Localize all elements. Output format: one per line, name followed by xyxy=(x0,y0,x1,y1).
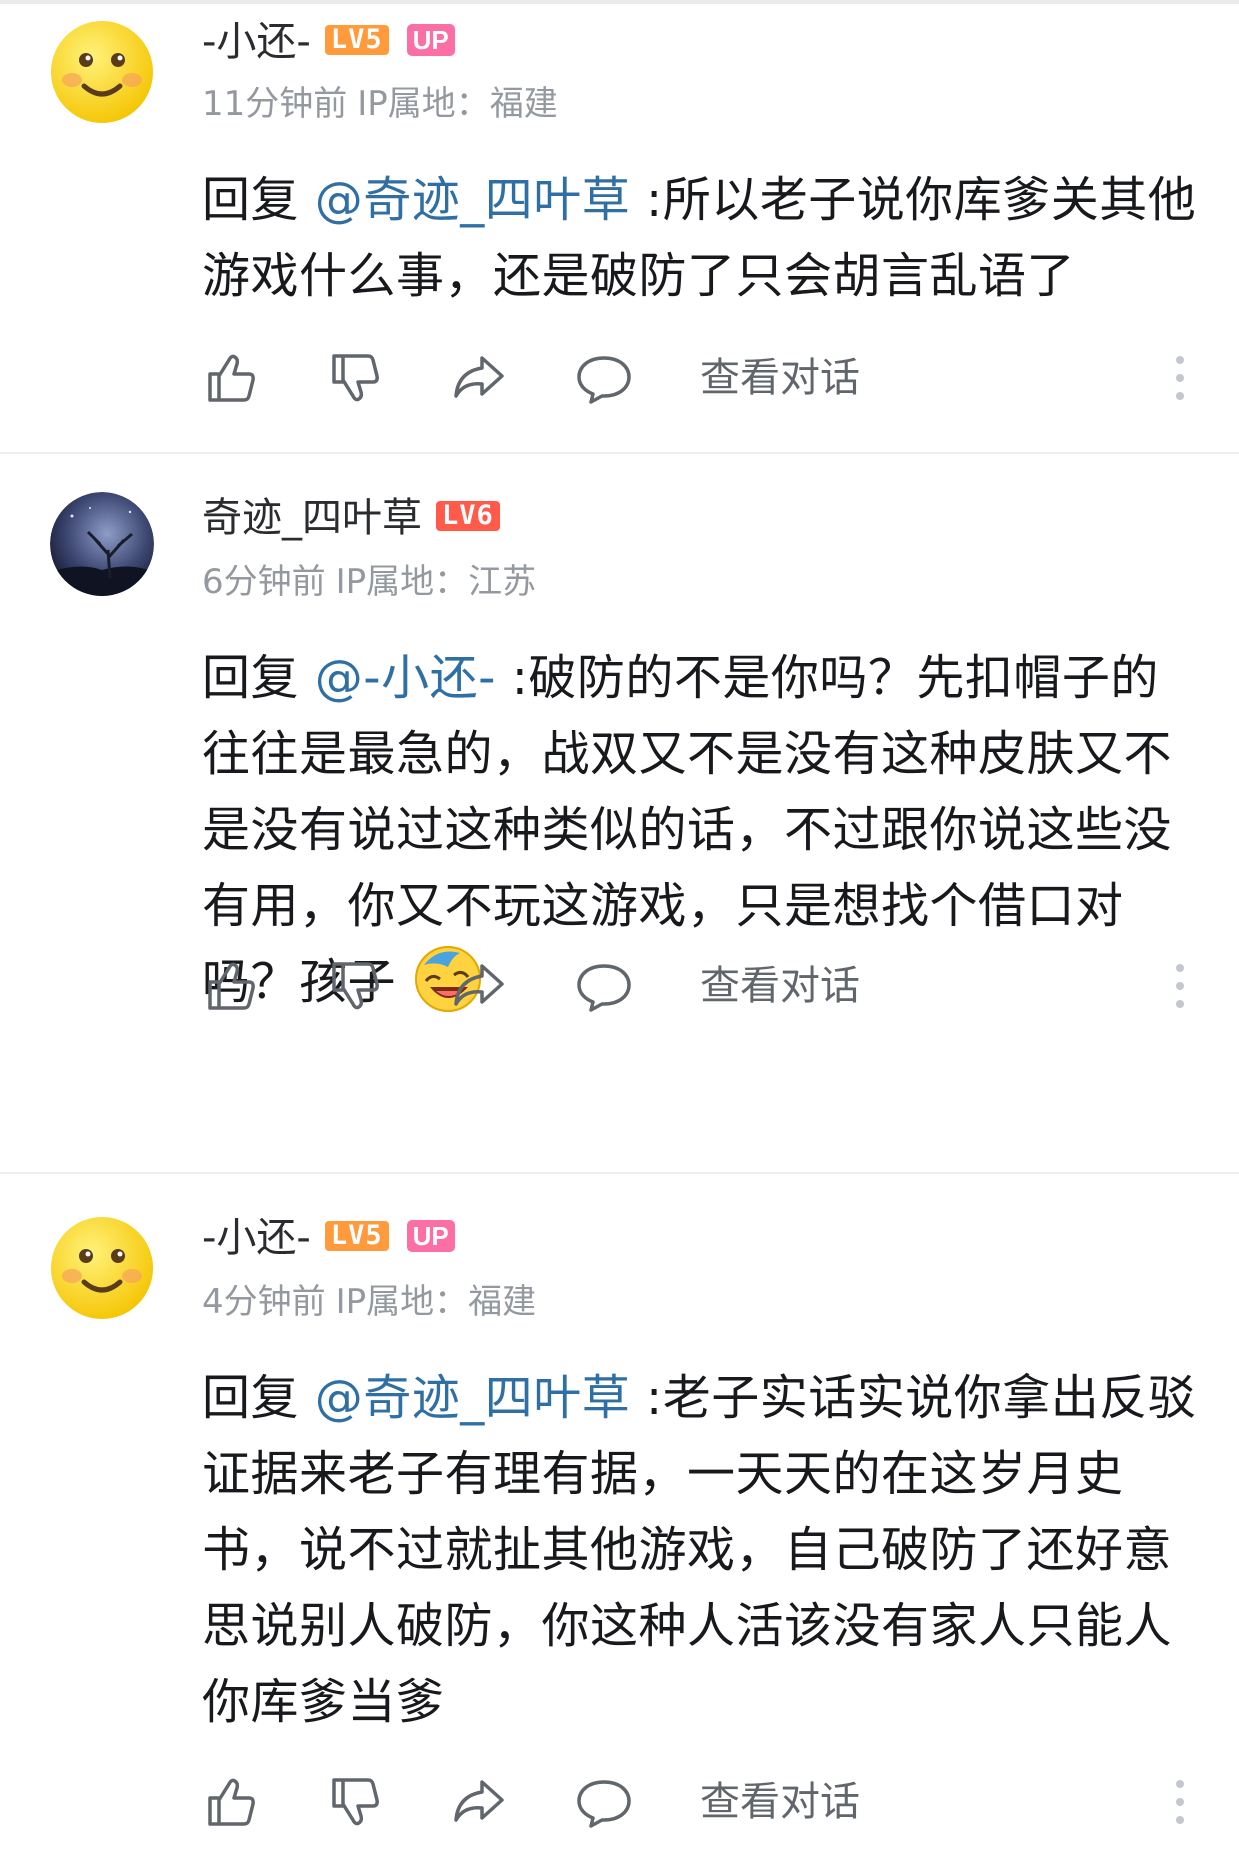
comment-time: 6分钟前 xyxy=(202,562,326,602)
action-bar: 查看对话 xyxy=(202,956,1192,1016)
username[interactable]: -小还- xyxy=(202,1215,311,1261)
action-bar: 查看对话 xyxy=(202,348,1192,408)
ip-location: IP属地：福建 xyxy=(357,84,558,124)
share-button[interactable] xyxy=(450,956,510,1016)
thumbs-up-icon xyxy=(208,962,255,1010)
view-conversation-link[interactable]: 查看对话 xyxy=(700,962,860,1010)
level-badge: LV5 xyxy=(324,1221,389,1251)
comment-item: -小还- LV5 UP 4分钟前 IP属地：福建 回复 @奇迹_四叶草 :老子实话实说… xyxy=(0,1174,1239,1849)
dislike-button[interactable] xyxy=(326,956,386,1016)
comment-bubble-icon xyxy=(577,356,631,404)
thumbs-down-icon xyxy=(332,962,379,1010)
share-button[interactable] xyxy=(450,1772,510,1832)
mention-link[interactable]: @奇迹_四叶草 xyxy=(315,172,631,228)
more-button[interactable] xyxy=(1168,352,1192,404)
username-row: 奇迹_四叶草 LV6 xyxy=(202,494,500,542)
more-vertical-icon xyxy=(1176,356,1184,400)
more-vertical-icon xyxy=(1176,1780,1184,1824)
share-icon xyxy=(454,356,504,398)
reply-button[interactable] xyxy=(574,1772,634,1832)
ip-location: IP属地：福建 xyxy=(335,1282,537,1322)
smiley-avatar-icon xyxy=(51,21,153,123)
thumbs-up-icon xyxy=(208,354,255,402)
thumbs-down-icon xyxy=(332,1778,379,1826)
comment-item: 奇迹_四叶草 LV6 6分钟前 IP属地：江苏 回复 @-小还- :破防的不是你吗？… xyxy=(0,454,1239,1172)
view-conversation-link[interactable]: 查看对话 xyxy=(700,1778,860,1826)
comment-text[interactable]: 回复 @奇迹_四叶草 :老子实话实说你拿出反驳证据来老子有理有据，一天天的在这岁… xyxy=(202,1360,1202,1740)
comment-bubble-icon xyxy=(577,1780,631,1828)
thumbs-down-icon xyxy=(332,354,379,402)
up-badge: UP xyxy=(406,24,455,56)
reply-prefix: 回复 xyxy=(202,1370,300,1426)
smiley-avatar-icon xyxy=(51,1217,153,1319)
like-button[interactable] xyxy=(202,956,262,1016)
username[interactable]: 奇迹_四叶草 xyxy=(202,495,422,541)
night-tree-avatar-icon xyxy=(50,492,154,596)
comment-meta: 11分钟前 IP属地：福建 xyxy=(202,84,568,124)
more-button[interactable] xyxy=(1168,960,1192,1012)
username[interactable]: -小还- xyxy=(202,19,311,65)
username-row: -小还- LV5 UP xyxy=(202,1214,455,1262)
comment-time: 4分钟前 xyxy=(202,1282,326,1322)
avatar[interactable] xyxy=(50,492,154,596)
thumbs-up-icon xyxy=(208,1778,255,1826)
like-button[interactable] xyxy=(202,1772,262,1832)
username-row: -小还- LV5 UP xyxy=(202,18,455,66)
mention-link[interactable]: @-小还- xyxy=(315,650,496,706)
avatar[interactable] xyxy=(50,1216,154,1320)
comment-bubble-icon xyxy=(577,964,631,1012)
up-badge: UP xyxy=(406,1220,455,1252)
comment-text[interactable]: 回复 @奇迹_四叶草 :所以老子说你库爹关其他游戏什么事，还是破防了只会胡言乱语… xyxy=(202,162,1202,314)
level-badge: LV5 xyxy=(324,25,389,55)
more-vertical-icon xyxy=(1176,964,1184,1008)
comment-meta: 6分钟前 IP属地：江苏 xyxy=(202,562,546,602)
level-badge: LV6 xyxy=(436,501,500,531)
avatar[interactable] xyxy=(50,20,154,124)
reply-button[interactable] xyxy=(574,348,634,408)
reply-prefix: 回复 xyxy=(202,650,300,706)
action-bar: 查看对话 xyxy=(202,1772,1192,1832)
view-conversation-link[interactable]: 查看对话 xyxy=(700,354,860,402)
more-button[interactable] xyxy=(1168,1776,1192,1828)
comment-time: 11分钟前 xyxy=(202,84,348,124)
reply-button[interactable] xyxy=(574,956,634,1016)
comment-meta: 4分钟前 IP属地：福建 xyxy=(202,1282,546,1322)
ip-location: IP属地：江苏 xyxy=(335,562,537,602)
reply-prefix: 回复 xyxy=(202,172,300,228)
dislike-button[interactable] xyxy=(326,348,386,408)
share-button[interactable] xyxy=(450,348,510,408)
share-icon xyxy=(454,1780,504,1822)
share-icon xyxy=(454,964,504,1006)
comment-item: -小还- LV5 UP 11分钟前 IP属地：福建 回复 @奇迹_四叶草 :所以老子说… xyxy=(0,0,1239,450)
mention-link[interactable]: @奇迹_四叶草 xyxy=(315,1370,631,1426)
like-button[interactable] xyxy=(202,348,262,408)
dislike-button[interactable] xyxy=(326,1772,386,1832)
